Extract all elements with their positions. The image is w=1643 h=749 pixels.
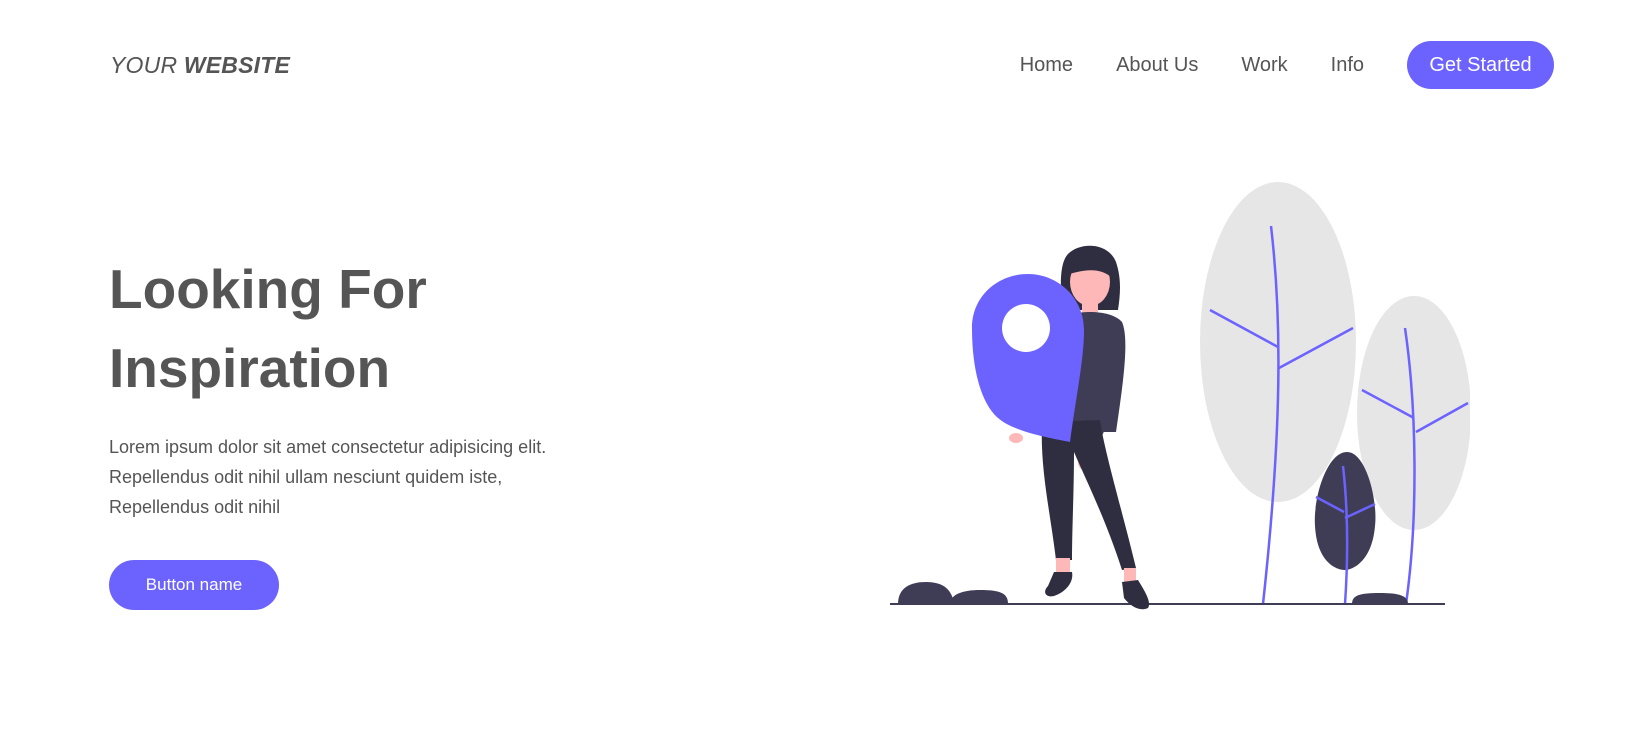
hero-description: Lorem ipsum dolor sit amet consectetur a…: [109, 432, 589, 522]
hero-primary-button[interactable]: Button name: [109, 560, 279, 610]
hero-title-line-2: Inspiration: [109, 337, 391, 399]
nav-link-about-us[interactable]: About Us: [1116, 41, 1198, 89]
dark-bush-icon: [1314, 452, 1376, 605]
site-logo[interactable]: YOUR WEBSITE: [110, 52, 290, 79]
hero-title: Looking For Inspiration: [109, 250, 427, 408]
landing-page: YOUR WEBSITE Home About Us Work Info Get…: [0, 0, 1643, 749]
small-tree-icon: [1357, 296, 1470, 605]
hero-description-line-1: Lorem ipsum dolor sit amet consectetur a…: [109, 437, 547, 457]
get-started-button[interactable]: Get Started: [1407, 41, 1554, 89]
logo-text-bold: WEBSITE: [183, 52, 291, 78]
woman-holding-map-pin-illustration: [890, 182, 1470, 610]
map-pin-icon: [972, 274, 1084, 442]
logo-text-light: YOUR: [110, 52, 184, 78]
hero-description-line-2: Repellendus odit nihil ullam nesciunt qu…: [109, 467, 503, 487]
main-nav: Home About Us Work Info Get Started: [1020, 41, 1554, 89]
hero-title-line-1: Looking For: [109, 258, 427, 320]
nav-link-work[interactable]: Work: [1241, 41, 1287, 89]
rocks-icon: [898, 582, 1408, 604]
woman-figure-icon: [972, 245, 1150, 610]
hero-description-line-3: Repellendus odit nihil: [109, 497, 281, 517]
nav-link-info[interactable]: Info: [1331, 41, 1364, 89]
nav-link-home[interactable]: Home: [1020, 41, 1073, 89]
